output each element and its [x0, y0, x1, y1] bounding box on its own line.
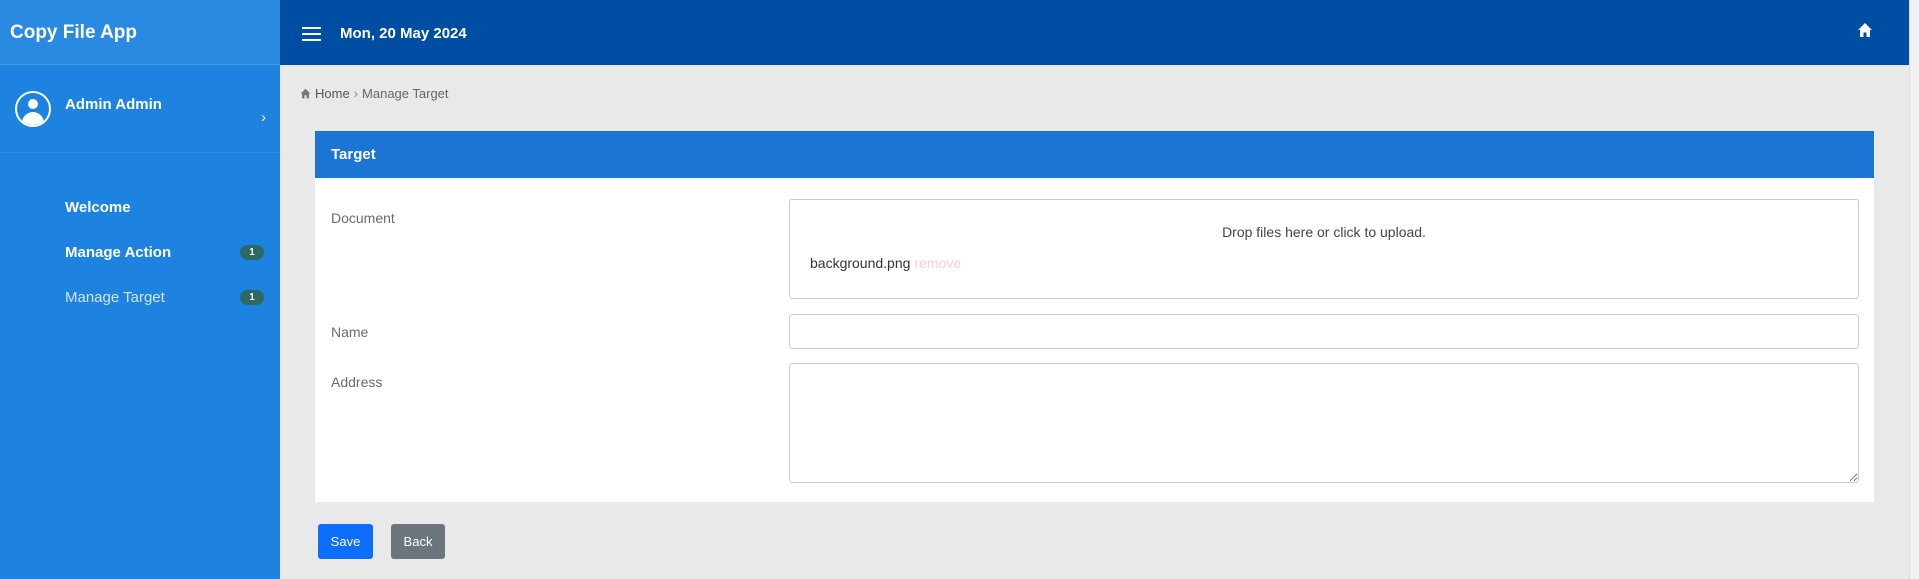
dropzone-message: Drop files here or click to upload.: [1222, 224, 1426, 240]
sidebar-item-label: Manage Target: [65, 289, 165, 306]
file-dropzone[interactable]: Drop files here or click to upload. back…: [789, 199, 1859, 299]
count-badge: 1: [240, 245, 264, 260]
scrollbar[interactable]: [1909, 0, 1919, 579]
breadcrumb-home-link[interactable]: Home: [315, 86, 350, 101]
sidebar-item-welcome[interactable]: Welcome: [0, 185, 280, 230]
breadcrumb: Home › Manage Target: [300, 86, 449, 101]
user-name: Admin Admin: [65, 96, 162, 113]
target-form-card: Target Document Drop files here or click…: [315, 131, 1874, 502]
topbar: Mon, 20 May 2024: [280, 0, 1909, 65]
user-avatar-icon: [15, 90, 51, 127]
name-input[interactable]: [789, 314, 1859, 349]
back-button[interactable]: Back: [391, 524, 445, 559]
breadcrumb-separator: ›: [353, 86, 359, 101]
sidebar-item-manage-target[interactable]: Manage Target 1: [0, 275, 280, 320]
sidebar-item-label: Welcome: [65, 199, 131, 216]
app-title[interactable]: Copy File App: [0, 0, 280, 65]
home-icon[interactable]: [1857, 22, 1873, 38]
remove-file-link[interactable]: remove: [914, 255, 961, 271]
uploaded-file-name: background.png: [810, 255, 911, 271]
sidebar: Copy File App Admin Admin › Welcome Mana…: [0, 0, 280, 579]
sidebar-item-label: Manage Action: [65, 244, 172, 261]
home-icon: [300, 88, 311, 99]
uploaded-file: background.png remove: [810, 255, 961, 271]
breadcrumb-current: Manage Target: [362, 86, 449, 101]
hamburger-menu-icon[interactable]: [302, 27, 321, 41]
count-badge: 1: [240, 290, 264, 305]
user-panel[interactable]: Admin Admin ›: [0, 65, 280, 153]
name-label: Name: [331, 324, 369, 340]
address-textarea[interactable]: [789, 363, 1859, 483]
current-date: Mon, 20 May 2024: [340, 25, 467, 42]
save-button[interactable]: Save: [318, 524, 373, 559]
document-label: Document: [331, 210, 395, 226]
address-label: Address: [331, 374, 383, 390]
chevron-right-icon[interactable]: ›: [261, 109, 266, 126]
sidebar-menu: Welcome Manage Action 1 Manage Target 1: [0, 185, 280, 320]
card-title: Target: [315, 132, 1874, 178]
sidebar-item-manage-action[interactable]: Manage Action 1: [0, 230, 280, 275]
